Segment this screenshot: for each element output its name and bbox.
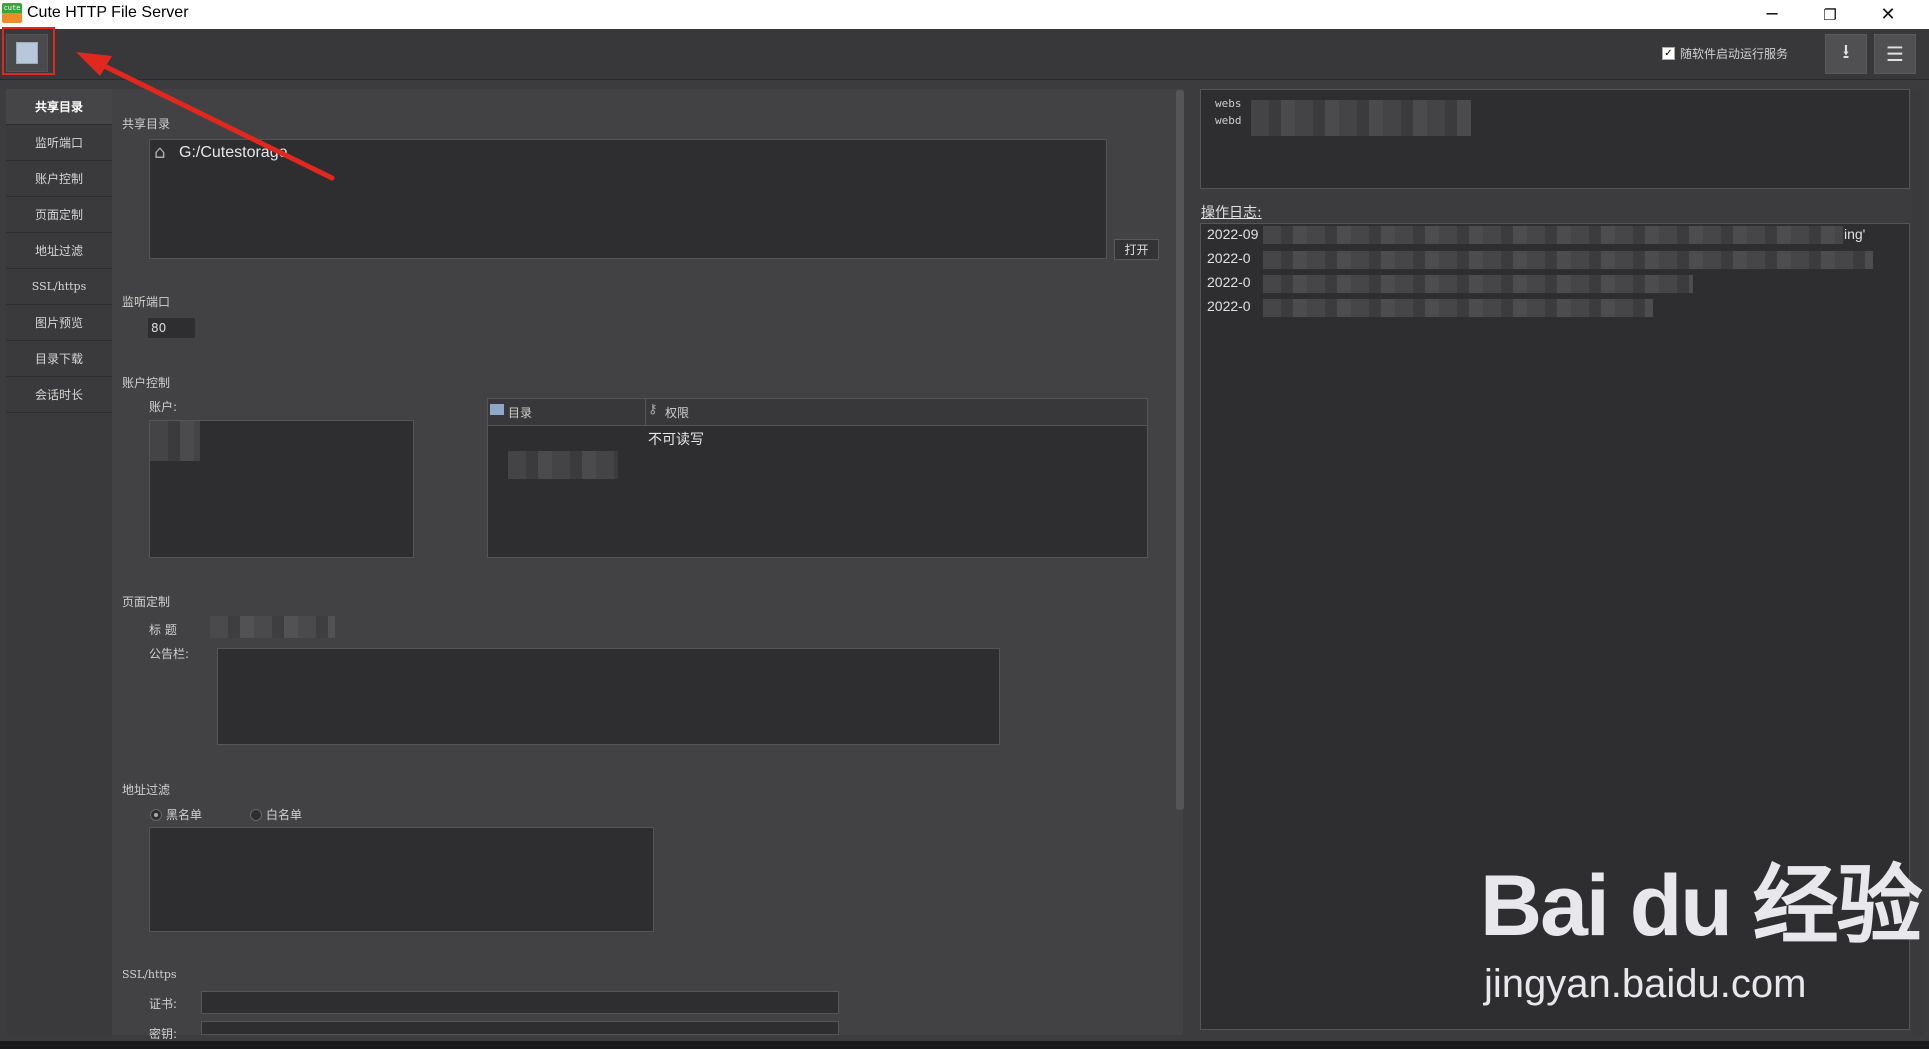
- key-label: 密钥:: [149, 1027, 178, 1041]
- log-redacted: [1263, 275, 1693, 293]
- log-line: 2022-0: [1207, 274, 1251, 290]
- baidu-watermark-logo: Bai du 经验: [1480, 858, 1923, 954]
- open-dir-button[interactable]: 打开: [1114, 239, 1159, 260]
- log-redacted: [1263, 299, 1653, 317]
- window-title: Cute HTTP File Server: [27, 4, 189, 21]
- download-icon: ⭳: [1842, 39, 1850, 63]
- account-list-item[interactable]: [150, 421, 200, 461]
- whitelist-radio[interactable]: 白名单: [250, 806, 302, 823]
- app-icon: cute: [2, 3, 22, 23]
- log-label: 操作日志:: [1201, 205, 1262, 221]
- sidebar-item-dir-download[interactable]: 目录下载: [6, 341, 112, 377]
- shared-dir-section-label: 共享目录: [122, 117, 171, 131]
- log-redacted: [1263, 226, 1843, 244]
- log-line: 2022-0: [1207, 250, 1251, 266]
- info-redacted: [1251, 100, 1471, 136]
- permission-table: 目录 ⚷ 权限 不可读写: [487, 398, 1148, 558]
- radio-unselected-icon: [250, 808, 262, 821]
- whitelist-label: 白名单: [266, 808, 303, 822]
- accounts-section-label: 账户控制: [122, 376, 171, 390]
- account-label: 账户:: [149, 400, 178, 414]
- shared-dir-list[interactable]: ⌂ G:/Cutestorage: [149, 139, 1107, 259]
- notice-textarea[interactable]: [217, 648, 1000, 745]
- title-bar: cute Cute HTTP File Server ─ ❐ ✕: [0, 0, 1929, 29]
- page-custom-section-label: 页面定制: [122, 595, 171, 609]
- server-info-box: webs webd: [1200, 89, 1910, 189]
- log-line: 2022-0: [1207, 298, 1251, 314]
- sidebar-item-addr-filter[interactable]: 地址过滤: [6, 233, 112, 269]
- autostart-label: 随软件启动运行服务: [1680, 47, 1789, 61]
- log-line-tail: ing': [1844, 226, 1866, 242]
- table-row-dir[interactable]: [508, 451, 618, 479]
- account-list[interactable]: [149, 420, 414, 558]
- menu-icon: ☰: [1886, 42, 1904, 66]
- table-row-perm[interactable]: 不可读写: [648, 429, 704, 449]
- annotation-highlight-box: [2, 27, 55, 75]
- port-section-label: 监听端口: [122, 295, 171, 309]
- info-line-2: webd: [1215, 114, 1242, 127]
- title-field-label: 标 题: [149, 623, 177, 637]
- ssl-section-label: SSL/https: [122, 968, 177, 981]
- shared-dir-path[interactable]: G:/Cutestorage: [179, 144, 288, 162]
- close-button[interactable]: ✕: [1859, 0, 1917, 29]
- log-redacted: [1263, 251, 1873, 269]
- sidebar-item-accounts[interactable]: 账户控制: [6, 161, 112, 197]
- cert-label: 证书:: [149, 997, 178, 1011]
- sidebar-item-shared-dir[interactable]: 共享目录: [6, 89, 112, 125]
- blacklist-label: 黑名单: [166, 808, 203, 822]
- notice-field-label: 公告栏:: [149, 647, 190, 661]
- baidu-watermark-url: jingyan.baidu.com: [1484, 962, 1807, 1006]
- blacklist-radio[interactable]: 黑名单: [150, 806, 202, 823]
- autostart-checkbox[interactable]: ✓ 随软件启动运行服务: [1662, 45, 1788, 62]
- column-header-dir: 目录: [508, 406, 533, 420]
- sidebar-item-port[interactable]: 监听端口: [6, 125, 112, 161]
- download-button[interactable]: ⭳: [1825, 34, 1867, 74]
- key-icon: ⚷: [648, 402, 658, 417]
- sidebar-nav: 共享目录 监听端口 账户控制 页面定制 地址过滤 SSL/https 图片预览 …: [6, 89, 113, 1035]
- menu-button[interactable]: ☰: [1874, 34, 1916, 74]
- sidebar-item-image-preview[interactable]: 图片预览: [6, 305, 112, 341]
- addr-filter-textarea[interactable]: [149, 827, 654, 932]
- home-icon: ⌂: [154, 142, 166, 163]
- restore-button[interactable]: ❐: [1801, 0, 1859, 29]
- toolbar: [0, 29, 1929, 80]
- column-divider: [645, 399, 646, 425]
- sidebar-item-ssl[interactable]: SSL/https: [6, 269, 112, 305]
- log-line: 2022-09: [1207, 226, 1259, 242]
- folder-icon: [490, 404, 504, 415]
- port-input[interactable]: 80: [148, 318, 195, 338]
- taskbar-edge: [0, 1041, 1929, 1049]
- title-field[interactable]: [210, 616, 335, 638]
- checkbox-checked-icon: ✓: [1662, 47, 1675, 60]
- cert-input[interactable]: [201, 991, 839, 1014]
- addr-filter-section-label: 地址过滤: [122, 783, 171, 797]
- minimize-button[interactable]: ─: [1743, 0, 1801, 29]
- sidebar-item-session[interactable]: 会话时长: [6, 377, 112, 413]
- key-input[interactable]: [201, 1021, 839, 1035]
- sidebar-item-page-custom[interactable]: 页面定制: [6, 197, 112, 233]
- info-line-1: webs: [1215, 97, 1242, 110]
- vertical-scrollbar[interactable]: [1176, 90, 1184, 810]
- column-header-perm: 权限: [665, 406, 690, 420]
- radio-selected-icon: [150, 808, 162, 821]
- permission-table-header: [488, 399, 1147, 426]
